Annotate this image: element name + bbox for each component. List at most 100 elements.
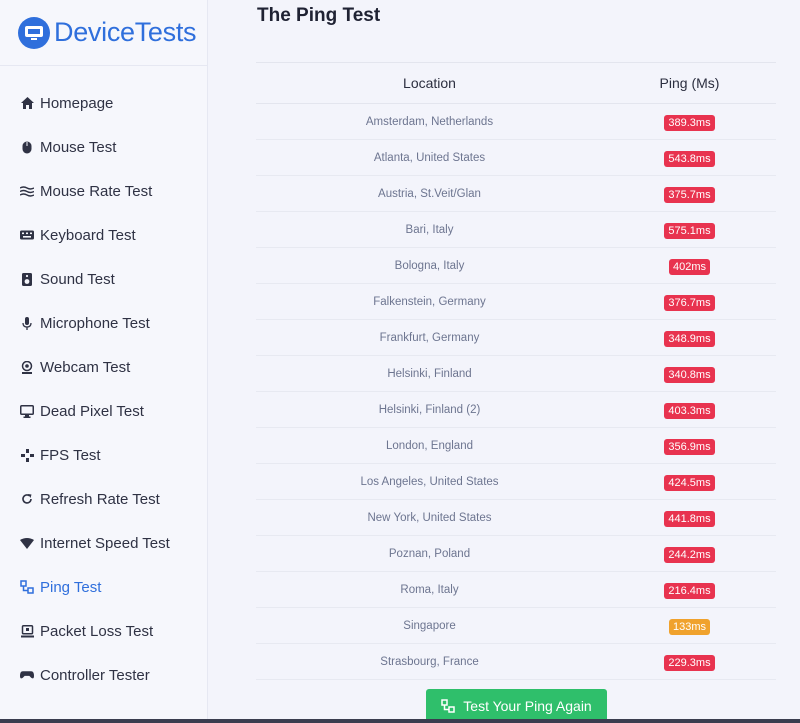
ping-badge: 229.3ms: [664, 654, 715, 671]
wifi-icon: [20, 536, 34, 550]
sidebar-item-label: Mouse Test: [40, 138, 117, 156]
table-row: Frankfurt, Germany 348.9ms: [256, 320, 776, 356]
refresh-icon: [20, 492, 34, 506]
table-row: Strasbourg, France 229.3ms: [256, 644, 776, 680]
ping-badge: 389.3ms: [664, 114, 715, 131]
brand[interactable]: DeviceTests: [0, 0, 207, 66]
ping-badge: 348.9ms: [664, 330, 715, 347]
ping-badge: 356.9ms: [664, 438, 715, 455]
sidebar-item-packet-loss-test[interactable]: Packet Loss Test: [0, 609, 207, 653]
location-cell: Helsinki, Finland (2): [378, 403, 481, 416]
table-row: Roma, Italy 216.4ms: [256, 572, 776, 608]
sidebar-item-label: Dead Pixel Test: [40, 402, 144, 420]
sidebar-item-label: Microphone Test: [40, 314, 150, 332]
ping-cell: 216.4ms: [603, 581, 776, 599]
location-cell: Frankfurt, Germany: [379, 331, 480, 344]
ping-cell: 376.7ms: [603, 293, 776, 311]
ping-badge: 340.8ms: [664, 366, 715, 383]
ping-cell: 244.2ms: [603, 545, 776, 563]
location-cell: Singapore: [403, 619, 456, 632]
sidebar-item-label: Packet Loss Test: [40, 622, 154, 640]
location-cell: Roma, Italy: [400, 583, 459, 596]
ping-cell: 403.3ms: [603, 401, 776, 419]
table-body: Amsterdam, Netherlands 389.3ms Atlanta, Un…: [256, 104, 776, 680]
sidebar-item-label: Internet Speed Test: [40, 534, 170, 552]
monitor-icon: [20, 404, 34, 418]
ping-badge: 575.1ms: [664, 222, 715, 239]
ping-cell: 402ms: [603, 257, 776, 275]
table-row: Los Angeles, United States 424.5ms: [256, 464, 776, 500]
location-cell: Strasbourg, France: [380, 655, 479, 668]
location-cell: Falkenstein, Germany: [373, 295, 486, 308]
ping-cell: 229.3ms: [603, 653, 776, 671]
sidebar-item-mouse-test[interactable]: Mouse Test: [0, 125, 207, 169]
table-row: Helsinki, Finland (2) 403.3ms: [256, 392, 776, 428]
sidebar-item-dead-pixel-test[interactable]: Dead Pixel Test: [0, 389, 207, 433]
location-cell: Bari, Italy: [405, 223, 454, 236]
location-cell: Los Angeles, United States: [360, 475, 499, 488]
table-row: Amsterdam, Netherlands 389.3ms: [256, 104, 776, 140]
home-icon: [20, 96, 34, 110]
ping-badge: 424.5ms: [664, 474, 715, 491]
location-cell: Atlanta, United States: [373, 151, 486, 164]
sidebar-item-microphone-test[interactable]: Microphone Test: [0, 301, 207, 345]
sidebar-item-sound-test[interactable]: Sound Test: [0, 257, 207, 301]
column-header-location: Location: [403, 75, 456, 91]
ping-badge: 375.7ms: [664, 186, 715, 203]
sidebar-item-fps-test[interactable]: FPS Test: [0, 433, 207, 477]
sidebar-item-controller-tester[interactable]: Controller Tester: [0, 653, 207, 697]
location-cell: Amsterdam, Netherlands: [365, 115, 494, 128]
table-row: Atlanta, United States 543.8ms: [256, 140, 776, 176]
sidebar-item-keyboard-test[interactable]: Keyboard Test: [0, 213, 207, 257]
table-row: Poznan, Poland 244.2ms: [256, 536, 776, 572]
sidebar-item-label: Keyboard Test: [40, 226, 136, 244]
location-cell: Bologna, Italy: [394, 259, 465, 272]
table-row: London, England 356.9ms: [256, 428, 776, 464]
waves-icon: [20, 184, 34, 198]
sidebar-nav: Homepage Mouse Test Mouse Rate Test Keyboar…: [0, 81, 207, 697]
location-cell: London, England: [386, 439, 473, 452]
gamepad-icon: [20, 668, 34, 682]
ping-cell: 133ms: [603, 617, 776, 635]
ping-cell: 543.8ms: [603, 149, 776, 167]
location-cell: Helsinki, Finland: [387, 367, 472, 380]
sidebar: DeviceTests Homepage Mouse Test Mouse Rate…: [0, 0, 208, 723]
table-header: Location Ping (Ms): [256, 63, 776, 104]
sidebar-item-label: Homepage: [40, 94, 114, 112]
location-cell: Poznan, Poland: [388, 547, 471, 560]
page-title: The Ping Test: [257, 5, 381, 26]
column-header-ping: Ping (Ms): [659, 75, 720, 91]
sidebar-item-label: Webcam Test: [40, 358, 131, 376]
table-row: New York, United States 441.8ms: [256, 500, 776, 536]
sidebar-item-homepage[interactable]: Homepage: [0, 81, 207, 125]
sidebar-item-webcam-test[interactable]: Webcam Test: [0, 345, 207, 389]
ping-cell: 424.5ms: [603, 473, 776, 491]
network-icon: [441, 699, 456, 713]
ping-cell: 575.1ms: [603, 221, 776, 239]
ping-cell: 356.9ms: [603, 437, 776, 455]
sidebar-item-mouse-rate-test[interactable]: Mouse Rate Test: [0, 169, 207, 213]
microphone-icon: [20, 316, 34, 330]
ping-badge: 133ms: [668, 618, 711, 635]
ping-badge: 441.8ms: [664, 510, 715, 527]
webcam-icon: [20, 360, 34, 374]
sidebar-item-ping-test[interactable]: Ping Test: [0, 565, 207, 609]
ping-badge: 244.2ms: [664, 546, 715, 563]
keyboard-icon: [20, 228, 34, 242]
crosshair-icon: [20, 448, 34, 462]
ping-cell: 389.3ms: [603, 113, 776, 131]
brand-name: DeviceTests: [54, 17, 197, 47]
ping-cell: 441.8ms: [603, 509, 776, 527]
table-row: Austria, St.Veit/Glan 375.7ms: [256, 176, 776, 212]
sidebar-item-label: Sound Test: [40, 270, 115, 288]
table-row: Helsinki, Finland 340.8ms: [256, 356, 776, 392]
sidebar-item-internet-speed-test[interactable]: Internet Speed Test: [0, 521, 207, 565]
ping-cell: 375.7ms: [603, 185, 776, 203]
ping-badge: 402ms: [668, 258, 711, 275]
table-row: Falkenstein, Germany 376.7ms: [256, 284, 776, 320]
ping-badge: 543.8ms: [664, 150, 715, 167]
sidebar-item-label: Mouse Rate Test: [40, 182, 153, 200]
test-ping-again-button[interactable]: Test Your Ping Again: [426, 689, 607, 723]
ping-badge: 216.4ms: [664, 582, 715, 599]
sidebar-item-refresh-rate-test[interactable]: Refresh Rate Test: [0, 477, 207, 521]
